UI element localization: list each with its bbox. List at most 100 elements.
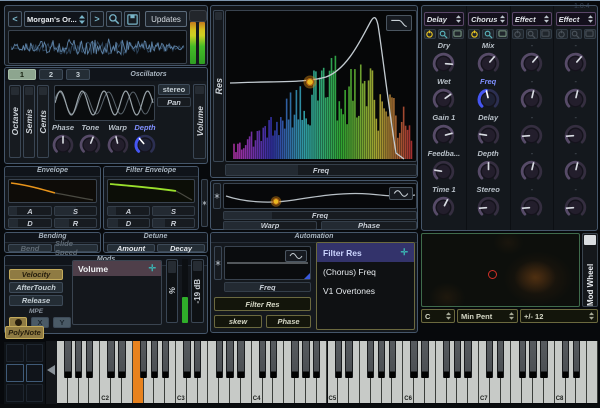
effect---knob[interactable]	[519, 194, 544, 219]
fx-power-button[interactable]	[511, 29, 524, 39]
fx-screen-button[interactable]	[496, 29, 509, 39]
white-key-F8[interactable]	[587, 341, 598, 403]
black-key-G#1[interactable]	[74, 341, 83, 378]
automation-skew-button[interactable]: skew	[214, 315, 262, 328]
automation-list-item[interactable]: V1 Overtones	[317, 281, 414, 300]
effect---knob[interactable]	[519, 158, 544, 183]
formant-graph[interactable]	[223, 183, 417, 209]
black-key-A#5[interactable]	[388, 341, 397, 378]
pan-slider[interactable]: Pan	[157, 97, 191, 107]
fenv-release-slider[interactable]: R	[152, 218, 195, 228]
preset-selector[interactable]: Morgan's Or...	[24, 11, 88, 27]
semis-slider[interactable]: Semis	[23, 85, 35, 158]
env-decay-slider[interactable]: D	[8, 218, 52, 228]
updates-button[interactable]: Updates	[145, 11, 187, 27]
master-volume-handle[interactable]	[189, 10, 207, 22]
black-key-D#4[interactable]	[269, 341, 278, 378]
delay-gain 1-knob[interactable]	[431, 122, 456, 147]
effect---knob[interactable]	[519, 50, 544, 75]
formant-wave-button[interactable]	[389, 187, 413, 200]
black-key-F#4[interactable]	[291, 341, 299, 378]
black-key-D#7[interactable]	[496, 341, 505, 378]
black-key-C#5[interactable]	[334, 341, 342, 378]
fx-browse-button[interactable]	[482, 29, 495, 39]
black-key-F#3[interactable]	[215, 341, 223, 378]
automation-freq-slider[interactable]: Freq	[224, 282, 311, 292]
range-selector[interactable]: +/- 12	[520, 309, 598, 323]
effect---knob[interactable]	[563, 122, 588, 147]
next-preset-button[interactable]: >	[90, 11, 104, 27]
scale-selector[interactable]: Min Pent	[457, 309, 518, 323]
black-key-G#6[interactable]	[453, 341, 462, 378]
automation-wave-button[interactable]	[285, 250, 307, 262]
polynote-button[interactable]: PolyNote	[5, 326, 44, 339]
black-key-F#2[interactable]	[139, 341, 148, 378]
osc-wave-display[interactable]	[54, 85, 155, 121]
mod-wheel-handle[interactable]	[584, 235, 596, 245]
black-key-G#4[interactable]	[302, 341, 310, 378]
phase-knob[interactable]	[51, 132, 75, 156]
osc-tab-1[interactable]: 1	[8, 69, 36, 80]
black-key-A#7[interactable]	[540, 341, 548, 378]
delay-feedba...-knob[interactable]	[431, 158, 456, 183]
filter-cursor[interactable]	[305, 77, 315, 87]
black-key-G#2[interactable]	[150, 341, 159, 378]
fenv-sustain-slider[interactable]: S	[152, 206, 195, 216]
fx-browse-button[interactable]	[525, 29, 538, 39]
envelope-graph[interactable]	[8, 179, 97, 203]
filter-type-button[interactable]	[386, 15, 412, 31]
effect---knob[interactable]	[563, 194, 588, 219]
black-key-A#2[interactable]	[161, 341, 169, 378]
osc-knob-phase[interactable]: Phase	[51, 123, 75, 161]
automation-list-item[interactable]: Filter Res ✛	[317, 243, 414, 262]
warp-knob[interactable]	[106, 132, 130, 156]
mod-wheel[interactable]: Mod Wheel	[582, 233, 598, 307]
black-key-G#7[interactable]	[529, 341, 537, 378]
fenv-mod-indicator[interactable]	[201, 179, 208, 227]
env-release-slider[interactable]: R	[54, 218, 97, 228]
fx-browse-button[interactable]	[437, 29, 450, 39]
formant-cursor[interactable]	[272, 197, 280, 206]
xy-cursor[interactable]	[487, 270, 497, 280]
env-sustain-slider[interactable]: S	[54, 206, 97, 216]
black-key-A#3[interactable]	[237, 341, 245, 378]
formant-mod-indicator[interactable]	[213, 183, 221, 209]
osc-volume-slider[interactable]: Volume	[193, 84, 206, 159]
tone-knob[interactable]	[78, 132, 102, 156]
chorus-freq-knob[interactable]	[476, 86, 501, 111]
black-key-C#8[interactable]	[561, 341, 570, 378]
root-note-selector[interactable]: C	[421, 309, 455, 323]
mod-volume-slider[interactable]: -19 dB	[191, 259, 204, 323]
automation-list-item[interactable]: (Chorus) Freq	[317, 262, 414, 281]
automation-filter-res-button[interactable]: Filter Res	[214, 297, 311, 311]
automation-graph[interactable]	[224, 246, 311, 280]
formant-freq-slider[interactable]: Freq	[223, 211, 417, 220]
filter-graph[interactable]	[225, 10, 417, 162]
env-attack-slider[interactable]: A	[8, 206, 52, 216]
grid-cell[interactable]	[6, 344, 24, 362]
black-key-C#2[interactable]	[107, 341, 115, 378]
black-key-F#1[interactable]	[64, 341, 72, 378]
fenv-decay-slider[interactable]: D	[107, 218, 150, 228]
black-key-F#5[interactable]	[367, 341, 375, 378]
mod-amount-slider[interactable]: %	[166, 259, 178, 323]
keyboard-scroll-left[interactable]	[46, 341, 57, 404]
fx-power-button[interactable]	[555, 29, 568, 39]
osc-tab-2[interactable]: 2	[39, 69, 63, 80]
chorus-delay-knob[interactable]	[476, 122, 501, 147]
formant-warp-slider[interactable]: Warp	[223, 221, 317, 230]
fx-screen-button[interactable]	[583, 29, 596, 39]
effect---knob[interactable]	[563, 158, 588, 183]
osc-knob-depth[interactable]: Depth	[133, 123, 157, 161]
fx-selector-effect[interactable]: Effect	[511, 12, 552, 26]
automation-phase-button[interactable]: Phase	[266, 315, 311, 328]
bend-slider[interactable]: Bend	[8, 244, 52, 253]
mod-source-aftertouch[interactable]: AfterTouch	[9, 282, 63, 293]
cents-slider[interactable]: Cents	[37, 85, 49, 158]
effect---knob[interactable]	[519, 86, 544, 111]
add-mod-icon[interactable]: ✛	[148, 263, 156, 274]
chorus-mix-knob[interactable]	[476, 50, 501, 75]
detune-decay-slider[interactable]: Decay	[157, 244, 205, 253]
fx-power-button[interactable]	[468, 29, 481, 39]
octave-slider[interactable]: Octave	[9, 85, 21, 158]
